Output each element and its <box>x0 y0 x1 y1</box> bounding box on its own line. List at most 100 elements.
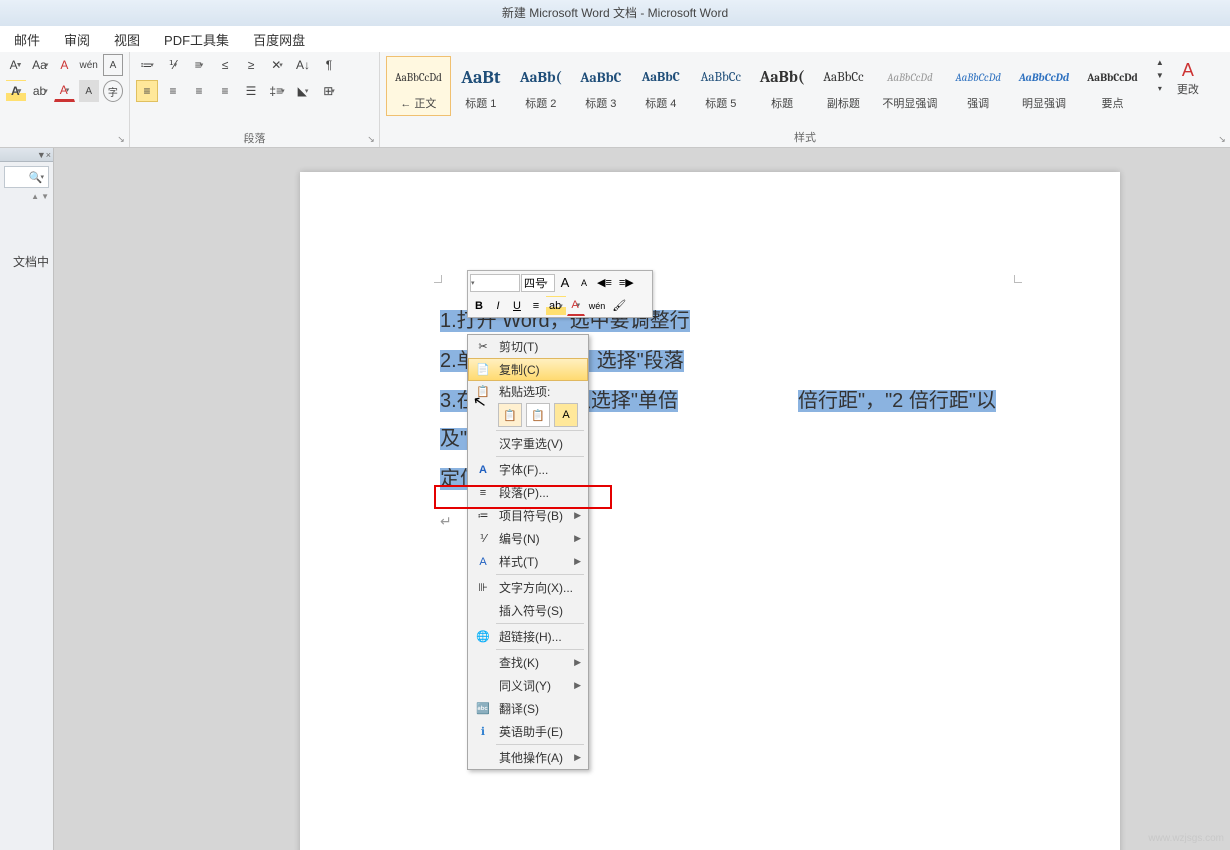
paragraph-dialog-launcher[interactable]: ↘ <box>365 133 377 145</box>
multilevel-button[interactable]: ≡▾ <box>188 54 210 76</box>
char-fill-button[interactable]: ab▾ <box>30 80 50 102</box>
numbering-icon: ⅟ <box>475 531 491 547</box>
enclose-char-button[interactable]: 字 <box>103 80 123 102</box>
tab-review[interactable]: 审阅 <box>64 30 90 49</box>
borders-button[interactable]: ⊞▾ <box>318 80 340 102</box>
mini-underline[interactable]: U <box>508 296 526 316</box>
mini-fontsize-select[interactable]: 四号▾ <box>521 274 555 292</box>
mini-center[interactable]: ≡ <box>527 296 545 316</box>
ctx-paste-label: 📋粘贴选项: <box>468 381 588 401</box>
paste-merge[interactable]: 📋 <box>526 403 550 427</box>
mini-grow-font[interactable]: A <box>556 273 574 293</box>
mini-shrink-font[interactable]: A <box>575 273 593 293</box>
sort-button[interactable]: A↓ <box>292 54 314 76</box>
ctx-paragraph[interactable]: ≡段落(P)... <box>468 481 588 504</box>
ctx-copy[interactable]: 📄复制(C) <box>468 358 588 381</box>
style-subtitle[interactable]: AaBbCc副标题 <box>813 56 873 116</box>
align-center-button[interactable]: ≡ <box>162 80 184 102</box>
mini-format-painter[interactable]: 🖌 <box>609 296 629 316</box>
style-normal[interactable]: AaBbCcDd← 正文 <box>386 56 451 116</box>
ctx-find[interactable]: 查找(K)▶ <box>468 651 588 674</box>
ctx-style[interactable]: A样式(T)▶ <box>468 550 588 573</box>
ctx-textdir[interactable]: ⊪文字方向(X)... <box>468 576 588 599</box>
mini-increase-indent[interactable]: ≡▶ <box>616 273 637 293</box>
shading-button[interactable]: ◣▾ <box>292 80 314 102</box>
mini-bold[interactable]: B <box>470 296 488 316</box>
nav-prev-next[interactable]: ▲▼ <box>4 192 49 201</box>
highlight-button[interactable]: A▾ <box>6 80 26 102</box>
char-shading-button[interactable]: A <box>79 80 99 102</box>
nav-pin-icon[interactable]: ▼ <box>37 150 46 160</box>
submenu-arrow-icon: ▶ <box>574 680 581 691</box>
align-right-button[interactable]: ≡ <box>188 80 210 102</box>
mini-font-select[interactable]: ▾ <box>470 274 520 292</box>
document-page[interactable]: 1.打开 Word，选中要调整行 2.单击鼠标右键，选择"段落 3.在"行距"中… <box>300 172 1120 850</box>
bullets-icon: ≔ <box>475 508 491 524</box>
styles-scroll-down[interactable]: ▼ <box>1149 69 1171 81</box>
distribute-button[interactable]: ☰ <box>240 80 262 102</box>
document-area: 1.打开 Word，选中要调整行 2.单击鼠标右键，选择"段落 3.在"行距"中… <box>54 148 1230 850</box>
change-case-button[interactable]: Aa▾ <box>30 54 50 76</box>
nav-status-text: 文档中 <box>0 203 53 270</box>
ctx-hyperlink[interactable]: 🌐超链接(H)... <box>468 625 588 648</box>
mini-phonetic[interactable]: wén <box>586 296 609 316</box>
change-styles-button[interactable]: A 更改 <box>1173 56 1203 101</box>
bullets-button[interactable]: ≔▾ <box>136 54 158 76</box>
numbering-button[interactable]: ⅟▾ <box>162 54 184 76</box>
font-group-partial: A▼ Aa▾ A wén A A▾ ab▾ A▾ A 字 ↘ <box>0 52 130 147</box>
style-emphasis[interactable]: AaBbCcDd强调 <box>946 56 1010 116</box>
nav-search-input[interactable]: 🔍 ▾ <box>4 166 49 188</box>
char-border-button[interactable]: A <box>103 54 123 76</box>
ctx-enghelp[interactable]: ℹ英语助手(E) <box>468 720 588 743</box>
ctx-symbol[interactable]: 插入符号(S) <box>468 599 588 622</box>
ctx-numbering[interactable]: ⅟编号(N)▶ <box>468 527 588 550</box>
ctx-separator <box>496 430 584 431</box>
mini-decrease-indent[interactable]: ◀≡ <box>594 273 615 293</box>
align-left-button[interactable]: ≡ <box>136 80 158 102</box>
asian-layout-button[interactable]: ✕▾ <box>266 54 288 76</box>
paste-keep-source[interactable]: 📋 <box>498 403 522 427</box>
style-heading4[interactable]: AaBbC标题 4 <box>631 56 691 116</box>
ctx-other[interactable]: 其他操作(A)▶ <box>468 746 588 769</box>
style-strong[interactable]: AaBbCcDd要点 <box>1078 56 1147 116</box>
tab-pdftools[interactable]: PDF工具集 <box>164 30 229 49</box>
decrease-indent-button[interactable]: ≤ <box>214 54 236 76</box>
style-heading3[interactable]: AaBbC标题 3 <box>571 56 631 116</box>
tab-view[interactable]: 视图 <box>114 30 140 49</box>
align-justify-button[interactable]: ≡ <box>214 80 236 102</box>
nav-close-icon[interactable]: × <box>46 150 51 160</box>
grow-font-button[interactable]: A▼ <box>6 54 26 76</box>
ctx-bullets[interactable]: ≔项目符号(B)▶ <box>468 504 588 527</box>
styles-scroll-up[interactable]: ▲ <box>1149 56 1171 68</box>
paste-text-only[interactable]: A <box>554 403 578 427</box>
styles-dialog-launcher[interactable]: ↘ <box>1216 133 1228 145</box>
style-subtle-emphasis[interactable]: AaBbCcDd不明显强调 <box>873 56 946 116</box>
mini-italic[interactable]: I <box>489 296 507 316</box>
ctx-cut[interactable]: ✂剪切(T) <box>468 335 588 358</box>
style-heading1[interactable]: AaBt标题 1 <box>451 56 511 116</box>
submenu-arrow-icon: ▶ <box>574 752 581 763</box>
style-intense-emphasis[interactable]: AaBbCcDd明显强调 <box>1010 56 1078 116</box>
ctx-separator <box>496 744 584 745</box>
style-heading5[interactable]: AaBbCc标题 5 <box>691 56 751 116</box>
window-title: 新建 Microsoft Word 文档 - Microsoft Word <box>0 0 1230 26</box>
help-icon: ℹ <box>475 724 491 740</box>
font-dialog-launcher[interactable]: ↘ <box>115 133 127 145</box>
ctx-font[interactable]: A字体(F)... <box>468 458 588 481</box>
styles-expand[interactable]: ▾ <box>1149 82 1171 94</box>
ctx-translate[interactable]: 🔤翻译(S) <box>468 697 588 720</box>
font-color-button[interactable]: A▾ <box>54 80 74 102</box>
style-title[interactable]: AaBb(标题 <box>751 56 814 116</box>
line-spacing-button[interactable]: ‡≡▾ <box>266 80 288 102</box>
tab-baidu[interactable]: 百度网盘 <box>253 30 305 49</box>
phonetic-button[interactable]: wén <box>78 54 98 76</box>
mini-font-color[interactable]: A▾ <box>567 296 585 316</box>
mini-highlight[interactable]: ab▾ <box>546 296 566 316</box>
ctx-synonym[interactable]: 同义词(Y)▶ <box>468 674 588 697</box>
tab-mail[interactable]: 邮件 <box>14 30 40 49</box>
show-marks-button[interactable]: ¶ <box>318 54 340 76</box>
clear-format-button[interactable]: A <box>54 54 74 76</box>
increase-indent-button[interactable]: ≥ <box>240 54 262 76</box>
ctx-hanzi[interactable]: 汉字重选(V) <box>468 432 588 455</box>
style-heading2[interactable]: AaBb(标题 2 <box>511 56 571 116</box>
